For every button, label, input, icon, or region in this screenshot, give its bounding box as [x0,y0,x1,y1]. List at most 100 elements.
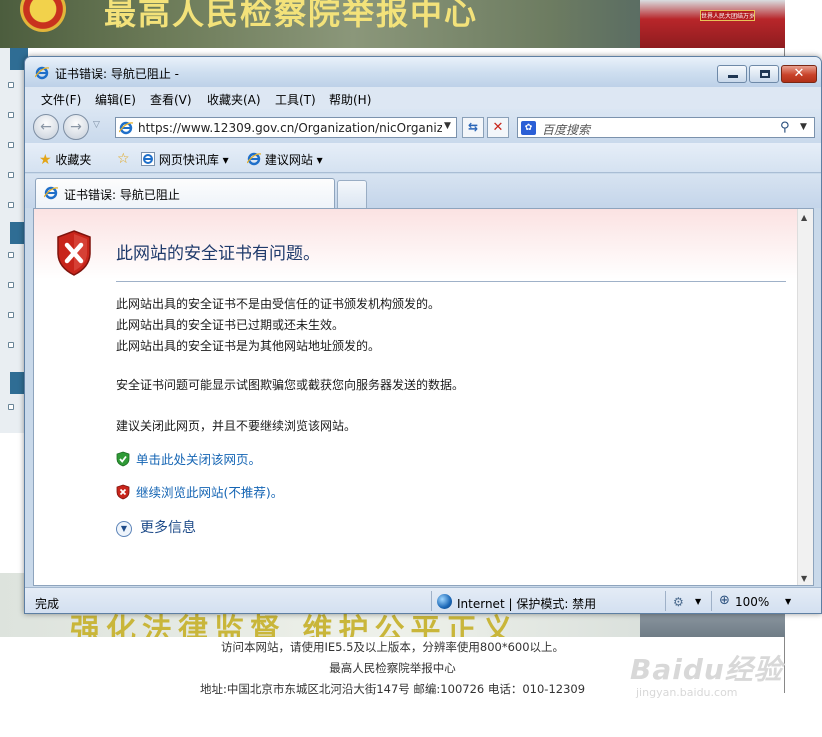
browser-window: 证书错误: 导航已阻止 - ✕ 文件(F) 编辑(E) 查看(V) 收藏夹(A)… [24,56,822,614]
watermark-main: Baidu经验 [630,653,783,686]
quick-feeds-label: 网页快讯库 [158,153,219,167]
nav-bullet-icon [8,282,14,288]
history-dropdown-icon[interactable]: ▽ [93,120,100,130]
procuratorate-emblem-icon [20,0,66,32]
minimize-icon [728,75,738,78]
nav-bullet-icon [8,82,14,88]
nav-bullet-icon [8,404,14,410]
background-banner: 最高人民检察院举报中心 世界人民大团结万岁 [0,0,785,48]
nav-bullet-icon [8,172,14,178]
suggested-sites-button[interactable]: 建议网站 ▾ [247,151,323,168]
nav-bullet-icon [8,142,14,148]
quick-feeds-dropdown-icon: ▾ [222,153,229,167]
background-banner-title: 最高人民检察院举报中心 [104,0,479,32]
refresh-icon: ⇆ [467,120,479,134]
internet-zone-globe-icon [437,594,452,609]
nav-bullet-icon [8,342,14,348]
nav-bullet-icon [8,312,14,318]
search-input[interactable]: 百度搜索 [542,121,590,138]
menu-tools[interactable]: 工具(T) [275,91,316,108]
menu-view[interactable]: 查看(V) [150,91,192,108]
search-dropdown-icon[interactable]: ▼ [800,122,807,132]
maximize-icon [760,70,770,78]
security-warning: 安全证书问题可能显示试图欺骗您或截获您向服务器发送的数据。 [116,378,465,392]
window-title: 证书错误: 导航已阻止 - [55,67,180,81]
watermark-sub: jingyan.baidu.com [636,686,738,699]
favorites-button[interactable]: ★ 收藏夹 [39,151,91,168]
favorites-star-icon: ★ [39,152,52,168]
forward-arrow-icon: → [70,119,82,135]
close-icon: ✕ [793,66,805,81]
refresh-button[interactable]: ⇆ [462,117,484,138]
error-reason: 此网站出具的安全证书是为其他网站地址颁发的。 [116,339,381,353]
zoom-magnifier-icon[interactable]: ⊕ [719,593,730,608]
minimize-button[interactable] [717,65,747,83]
address-toolbar: ← → ▽ https://www.12309.gov.cn/Organizat… [25,109,821,143]
search-icon[interactable]: ⚲ [780,120,790,135]
expand-chevron-icon: ▼ [116,521,132,537]
favorites-label: 收藏夹 [55,153,92,167]
zoom-level[interactable]: 100% [735,595,769,609]
scroll-up-icon[interactable]: ▲ [801,213,807,222]
page-content: 此网站的安全证书有问题。 此网站出具的安全证书不是由受信任的证书颁发机构颁发的。… [33,208,814,586]
address-bar[interactable]: https://www.12309.gov.cn/Organization/ni… [115,117,457,138]
tab-certificate-error[interactable]: 证书错误: 导航已阻止 [35,178,335,208]
close-button[interactable]: ✕ [781,65,817,83]
status-separator [711,591,712,611]
ie-page-icon [119,121,133,135]
search-box[interactable]: ✿ 百度搜索 ⚲ ▼ [517,117,815,138]
scroll-down-icon[interactable]: ▼ [801,574,807,583]
menu-edit[interactable]: 编辑(E) [95,91,136,108]
menu-bar: 文件(F) 编辑(E) 查看(V) 收藏夹(A) 工具(T) 帮助(H) [25,87,821,109]
menu-file[interactable]: 文件(F) [41,91,81,108]
red-shield-error-icon [57,230,91,276]
quick-feeds-button[interactable]: 网页快讯库 ▾ [141,151,229,168]
suggested-sites-dropdown-icon: ▾ [316,153,323,167]
title-divider [116,281,786,282]
tab-row: 证书错误: 导航已阻止 [25,174,821,208]
security-zone-text[interactable]: Internet | 保护模式: 禁用 [457,595,596,612]
new-tab-button[interactable] [337,180,367,208]
menu-favorites[interactable]: 收藏夹(A) [207,91,261,108]
stop-button[interactable]: ✕ [487,117,509,138]
tiananmen-gate-image [640,0,785,48]
baidu-paw-icon: ✿ [521,121,536,135]
nav-bullet-icon [8,252,14,258]
close-page-link[interactable]: 单击此处关闭该网页。 [116,449,261,468]
continue-link-text[interactable]: 继续浏览此网站(不推荐)。 [136,485,283,500]
status-bar: 完成 Internet | 保护模式: 禁用 ⚙ ▼ ⊕ 100% ▼ [25,587,821,613]
continue-to-site-link[interactable]: 继续浏览此网站(不推荐)。 [116,482,283,501]
screen: 最高人民检察院举报中心 世界人民大团结万岁 强化法律监督 维护公平正义 访问本网… [0,0,822,737]
forward-button[interactable]: → [63,114,89,140]
zoom-dropdown-icon[interactable]: ▼ [785,597,791,606]
menu-help[interactable]: 帮助(H) [329,91,371,108]
vertical-scrollbar[interactable]: ▲ ▼ [797,209,813,585]
add-favorites-button[interactable]: ☆ [117,151,130,167]
back-button[interactable]: ← [33,114,59,140]
back-arrow-icon: ← [40,119,52,135]
nav-bullet-icon [8,202,14,208]
address-dropdown-icon[interactable]: ▼ [444,121,451,131]
baidu-watermark: Baidu经验 jingyan.baidu.com [630,648,820,718]
ie-tab-icon [44,186,58,200]
gate-sign: 世界人民大团结万岁 [700,10,755,21]
maximize-button[interactable] [749,65,779,83]
error-reason: 此网站出具的安全证书已过期或还未生效。 [116,318,345,332]
more-information-label[interactable]: 更多信息 [140,520,196,536]
status-separator [431,591,432,611]
address-url[interactable]: https://www.12309.gov.cn/Organization/ni… [138,121,442,135]
status-separator [665,591,666,611]
red-shield-x-icon [116,484,130,500]
close-page-link-text[interactable]: 单击此处关闭该网页。 [136,452,261,467]
settings-dropdown-icon[interactable]: ▼ [695,597,701,606]
stop-icon: ✕ [492,120,504,135]
add-favorite-star-icon: ☆ [117,151,130,167]
title-bar[interactable]: 证书错误: 导航已阻止 - ✕ [25,57,821,87]
ie-logo-icon [35,66,49,80]
error-title: 此网站的安全证书有问题。 [116,244,320,264]
protected-mode-settings-icon[interactable]: ⚙ [673,595,684,609]
suggested-sites-label: 建议网站 [264,153,313,167]
error-reason: 此网站出具的安全证书不是由受信任的证书颁发机构颁发的。 [116,297,441,311]
recommendation: 建议关闭此网页，并且不要继续浏览该网站。 [116,419,357,433]
more-information-toggle[interactable]: ▼ 更多信息 [116,517,196,537]
